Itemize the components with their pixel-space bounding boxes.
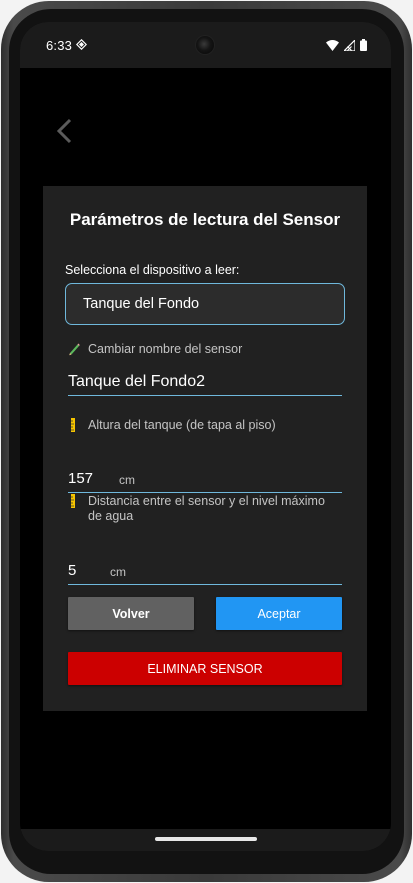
dialog-title: Parámetros de lectura del Sensor	[69, 210, 341, 229]
select-device-label: Selecciona el dispositivo a leer:	[65, 263, 240, 277]
distance-label-row: Distancia entre el sensor y el nivel máx…	[67, 494, 337, 524]
pencil-icon	[67, 342, 81, 356]
distance-label: Distancia entre el sensor y el nivel máx…	[88, 494, 325, 523]
delete-sensor-button[interactable]: ELIMINAR SENSOR	[68, 652, 342, 685]
tank-height-unit: cm	[119, 473, 135, 487]
back-button[interactable]	[54, 118, 76, 144]
data-saver-icon	[75, 37, 88, 51]
accept-button[interactable]: Aceptar	[216, 597, 342, 630]
sensor-name-input[interactable]: Tanque del Fondo2	[68, 371, 342, 396]
screen: 6:33 Parámetros de lectura del Sensor Se…	[20, 22, 391, 851]
navigation-bar	[20, 829, 391, 851]
rename-label-row: Cambiar nombre del sensor	[67, 342, 242, 356]
status-bar: 6:33	[20, 22, 391, 68]
wifi-icon	[326, 38, 339, 56]
tank-height-value: 157	[68, 470, 94, 487]
sensor-distance-value: 5	[68, 562, 77, 579]
chevron-left-icon	[56, 118, 72, 144]
sensor-distance-input[interactable]: 5 cm	[68, 558, 342, 585]
ruler-icon	[67, 418, 81, 432]
home-gesture-handle[interactable]	[155, 837, 257, 841]
status-icons	[326, 38, 367, 56]
status-time: 6:33	[46, 38, 73, 53]
sensor-name-value: Tanque del Fondo2	[68, 373, 205, 390]
battery-icon	[360, 38, 367, 56]
device-dropdown[interactable]: Tanque del Fondo	[65, 283, 345, 325]
sensor-settings-dialog: Parámetros de lectura del Sensor Selecci…	[43, 186, 367, 711]
ruler-icon	[67, 494, 81, 508]
height-label: Altura del tanque (de tapa al piso)	[88, 418, 276, 432]
signal-icon	[342, 38, 356, 56]
back-dialog-button[interactable]: Volver	[68, 597, 194, 630]
front-camera	[196, 36, 214, 54]
height-label-row: Altura del tanque (de tapa al piso)	[67, 418, 276, 432]
tank-height-input[interactable]: 157 cm	[68, 466, 342, 493]
dropdown-selected-value: Tanque del Fondo	[83, 296, 200, 312]
rename-label: Cambiar nombre del sensor	[88, 342, 243, 356]
sensor-distance-unit: cm	[110, 565, 126, 579]
